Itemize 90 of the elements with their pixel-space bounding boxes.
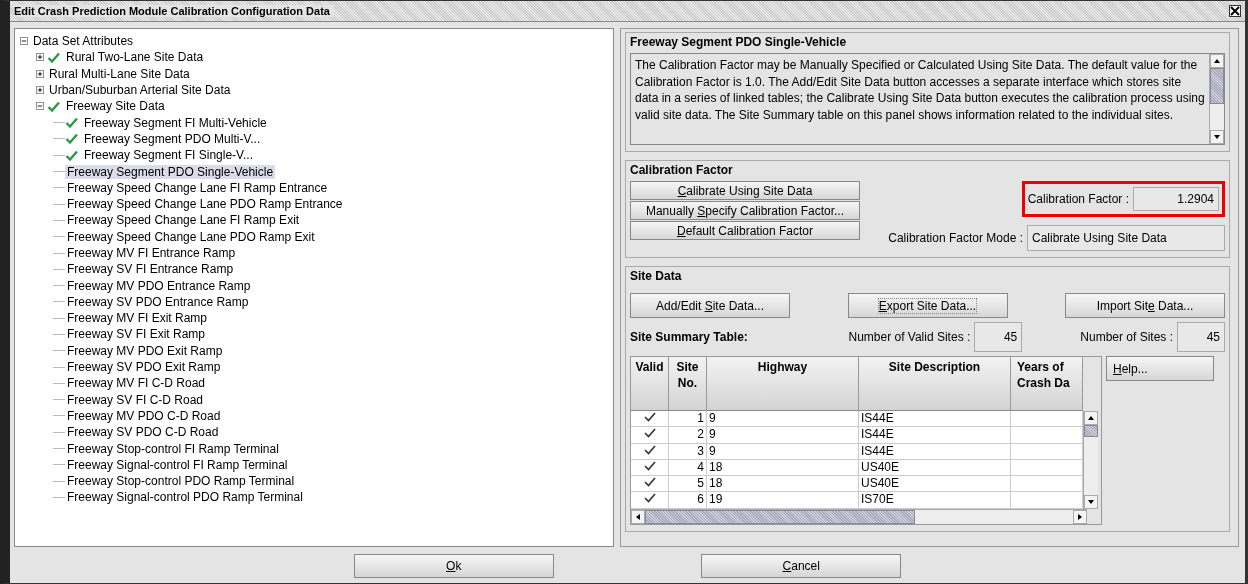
description-text: The Calibration Factor may be Manually Specified or Calculated Using Site Data. The default value for the Calibration Factor is 1.0. The Add/Edit Site Data button accesses a separate interface which stores site data in a series of linked tables; the Calibrate Using Site Data button executes the calibration process using valid site data. The Site Summary table on this panel shows information related to the individual sites. (634, 57, 1206, 124)
scroll-up-icon[interactable] (1087, 414, 1095, 422)
help-button[interactable]: Help... (1106, 356, 1214, 381)
column-header[interactable]: Years of Crash Da (1011, 357, 1083, 411)
tree-item[interactable]: Freeway SV FI Exit Ramp (65, 327, 208, 342)
tree-item[interactable]: Freeway Signal-control FI Ramp Terminal (65, 457, 290, 472)
tree-item[interactable]: Freeway Speed Change Lane PDO Ramp Entrance (65, 197, 345, 212)
tree-item[interactable]: Freeway SV FI Entrance Ramp (65, 262, 236, 277)
table-cell: 5 (669, 476, 707, 493)
table-cell: 6 (669, 492, 707, 509)
tree-item[interactable]: Rural Two-Lane Site Data (64, 50, 206, 65)
table-cell: IS44E (859, 411, 1011, 428)
table-cell: 9 (707, 427, 859, 444)
field-label: Calibration Factor : (1027, 192, 1129, 206)
table-cell (1011, 476, 1083, 493)
tree-item[interactable]: Freeway SV PDO C-D Road (65, 425, 221, 440)
table-cell: IS70E (859, 492, 1011, 509)
expand-icon[interactable] (36, 86, 44, 95)
scroll-left-icon[interactable] (634, 512, 642, 521)
tree-item[interactable]: Freeway Site Data (64, 99, 167, 114)
table-cell: 19 (707, 492, 859, 509)
scroll-thumb[interactable] (1084, 425, 1098, 437)
tree-item[interactable]: Freeway MV FI C-D Road (65, 376, 208, 391)
vertical-scrollbar[interactable] (1209, 54, 1224, 144)
vertical-scrollbar[interactable] (1083, 411, 1098, 509)
calibration-button[interactable]: Manually Specify Calibration Factor... (630, 201, 860, 220)
scroll-right-icon[interactable] (1076, 512, 1084, 521)
calibration-mode-field[interactable]: Calibrate Using Site Data (1027, 225, 1225, 251)
collapse-icon[interactable] (36, 102, 44, 111)
tree-item[interactable]: Freeway Signal-control PDO Ramp Terminal (65, 490, 305, 505)
expand-icon[interactable] (36, 69, 44, 78)
group-title: Calibration Factor (630, 163, 734, 177)
site-data-button[interactable]: Import Site Data... (1065, 293, 1225, 318)
expand-icon[interactable] (36, 53, 44, 62)
tree-item[interactable]: Data Set Attributes (31, 34, 136, 49)
tree-item[interactable]: Freeway Segment FI Single-V... (82, 148, 255, 163)
field-label: Calibration Factor Mode : (888, 231, 1023, 245)
tree-item[interactable]: Freeway Stop-control FI Ramp Terminal (65, 441, 281, 456)
calibration-button[interactable]: Calibrate Using Site Data (630, 181, 860, 200)
count-field[interactable]: 45 (1177, 322, 1225, 352)
table-cell: US40E (859, 476, 1011, 493)
table-cell: 1 (669, 411, 707, 428)
column-header[interactable]: Valid (631, 357, 669, 411)
table-cell: 2 (669, 427, 707, 444)
table-cell (1011, 492, 1083, 509)
table-cell: 18 (707, 476, 859, 493)
field-label: Number of Valid Sites : (848, 330, 971, 344)
tree-item[interactable]: Freeway Speed Change Lane FI Ramp Entrance (65, 180, 330, 195)
ok-button[interactable]: Ok (353, 554, 554, 578)
scroll-down-icon[interactable] (1087, 497, 1095, 506)
tree-item[interactable]: Freeway SV FI C-D Road (65, 392, 206, 407)
tree-item[interactable]: Rural Multi-Lane Site Data (47, 66, 192, 81)
tree-item[interactable]: Freeway MV FI Entrance Ramp (65, 246, 238, 260)
table-cell: IS44E (859, 427, 1011, 444)
close-button[interactable] (1229, 5, 1241, 17)
table-cell (1011, 411, 1083, 428)
table-title: Site Summary Table: (630, 330, 748, 344)
scroll-down-icon[interactable] (1213, 133, 1221, 141)
panel-title: Freeway Segment PDO Single-Vehicle (630, 35, 848, 49)
table-cell: 9 (707, 411, 859, 428)
table-cell (1011, 427, 1083, 444)
tree-item[interactable]: Freeway SV PDO Exit Ramp (65, 360, 223, 375)
tree-item[interactable]: Freeway MV PDO Exit Ramp (65, 343, 225, 358)
tree-item[interactable]: Freeway Segment FI Multi-Vehicle (82, 115, 269, 130)
tree-item[interactable]: Freeway Segment PDO Multi-V... (82, 131, 263, 146)
column-header[interactable]: Highway (707, 357, 859, 411)
column-header[interactable]: Site No. (669, 357, 707, 411)
cancel-button[interactable]: Cancel (701, 554, 902, 578)
site-data-button[interactable]: Export Site Data... (847, 293, 1008, 318)
calibration-button[interactable]: Default Calibration Factor (630, 221, 860, 240)
column-header[interactable]: Site Description (859, 357, 1011, 411)
tree-item[interactable]: Freeway Speed Change Lane FI Ramp Exit (65, 213, 302, 228)
tree-item[interactable]: Freeway MV PDO C-D Road (65, 408, 223, 423)
tree-item[interactable]: Urban/Suburban Arterial Site Data (47, 83, 233, 98)
tree-item[interactable]: Freeway Segment PDO Single-Vehicle (65, 164, 276, 179)
tree-item[interactable]: Freeway MV PDO Entrance Ramp (65, 278, 253, 293)
scroll-thumb[interactable] (1210, 68, 1224, 104)
tree-item[interactable]: Freeway Stop-control PDO Ramp Terminal (65, 474, 297, 489)
window-title: Edit Crash Prediction Module Calibration Configuration Data (14, 5, 334, 17)
tree-item[interactable]: Freeway Speed Change Lane PDO Ramp Exit (65, 229, 317, 244)
field-label: Number of Sites : (1080, 330, 1173, 344)
scroll-up-icon[interactable] (1213, 57, 1221, 65)
collapse-icon[interactable] (20, 37, 28, 46)
calibration-factor-field[interactable]: 1.2904 (1133, 187, 1219, 211)
group-title: Site Data (630, 269, 683, 283)
tree-item[interactable]: Freeway SV PDO Entrance Ramp (65, 294, 251, 309)
tree-item[interactable]: Freeway MV FI Exit Ramp (65, 311, 210, 326)
count-field[interactable]: 45 (974, 322, 1023, 352)
site-data-button[interactable]: Add/Edit Site Data... (630, 293, 790, 318)
scroll-thumb[interactable] (645, 509, 915, 524)
